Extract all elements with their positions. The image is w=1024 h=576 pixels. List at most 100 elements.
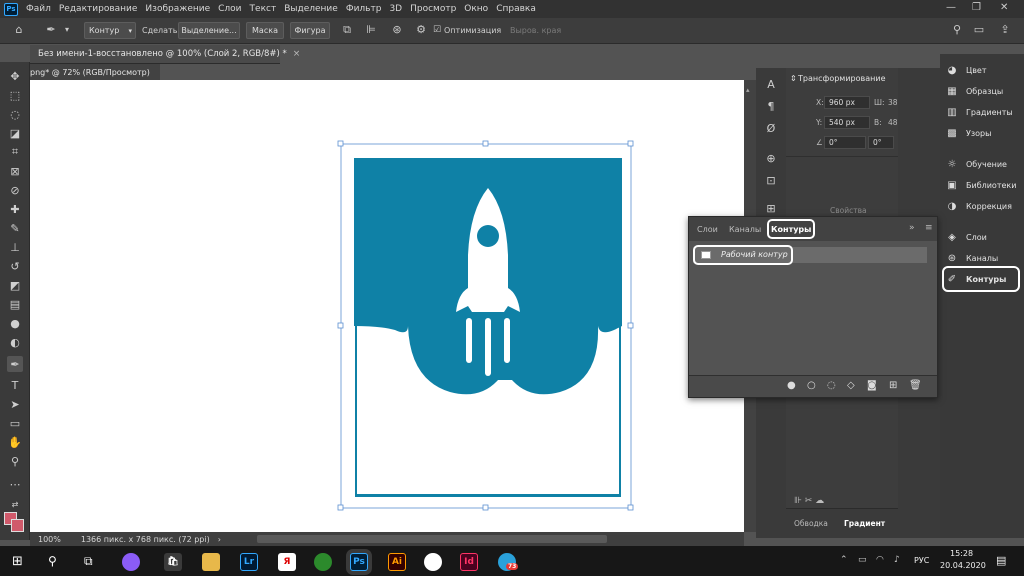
load-selection-icon[interactable]: ◌	[827, 380, 836, 391]
lasso-tool-icon[interactable]: ◌	[7, 106, 23, 122]
brush-tool-icon[interactable]: ✎	[7, 220, 23, 236]
gradient-tool-icon[interactable]: ▤	[7, 296, 23, 312]
marquee-tool-icon[interactable]: ⬚	[7, 87, 23, 103]
scroll-up-icon[interactable]: ▴	[746, 86, 752, 96]
path-arrangement-icon[interactable]: ⊛	[390, 23, 404, 37]
menu-edit[interactable]: Редактирование	[59, 4, 138, 14]
fill-path-icon[interactable]: ●	[787, 380, 796, 391]
panel-item-patterns[interactable]: ▩ Узоры	[946, 127, 991, 139]
new-path-icon[interactable]: ⊞	[889, 380, 897, 391]
close-icon[interactable]: ×	[293, 49, 301, 59]
blur-tool-icon[interactable]: ●	[7, 315, 23, 331]
brush-settings-icon[interactable]: ⊡	[764, 174, 778, 188]
pen-tool-icon[interactable]: ✒	[7, 356, 23, 372]
frame-tool-icon[interactable]: ⊠	[7, 163, 23, 179]
menu-layers[interactable]: Слои	[218, 4, 241, 14]
menu-image[interactable]: Изображение	[145, 4, 210, 14]
history-brush-tool-icon[interactable]: ↺	[7, 258, 23, 274]
h-value[interactable]: 48	[888, 118, 898, 127]
y-field[interactable]: 540 px	[824, 116, 870, 129]
workspace-icon[interactable]: ▭	[972, 23, 986, 37]
yandex-browser-icon[interactable]	[424, 553, 442, 571]
panel-item-layers[interactable]: ◈ Слои	[946, 231, 987, 243]
x-field[interactable]: 960 px	[824, 96, 870, 109]
menu-file[interactable]: Файл	[26, 4, 51, 14]
gear-icon[interactable]: ⚙	[414, 23, 428, 37]
quick-select-tool-icon[interactable]: ◪	[7, 125, 23, 141]
trash-icon[interactable]: 🗑	[909, 380, 922, 391]
zoom-level[interactable]: 100%	[38, 535, 61, 544]
move-tool-icon[interactable]: ✥	[7, 68, 23, 84]
chevron-right-icon[interactable]: ›	[218, 535, 221, 544]
photoshop-taskbar-icon[interactable]: Ps	[350, 553, 368, 571]
swap-colors-icon[interactable]: ⇄	[7, 496, 23, 512]
menu-icon[interactable]: ≡	[925, 223, 933, 233]
dodge-tool-icon[interactable]: ◐	[7, 334, 23, 350]
windows-start-icon[interactable]: ⊞	[12, 554, 23, 569]
illustrator-icon[interactable]: Ai	[388, 553, 406, 571]
panel-item-channels[interactable]: ⊛ Каналы	[946, 252, 998, 264]
hand-tool-icon[interactable]: ✋	[7, 434, 23, 450]
chevron-down-icon[interactable]: ⇕	[790, 74, 797, 83]
panel-item-color[interactable]: ◕ Цвет	[946, 64, 987, 76]
wifi-icon[interactable]: ◠	[876, 555, 884, 565]
path-alignment-icon[interactable]: ⊫	[364, 23, 378, 37]
checkbox-checked-icon[interactable]: ☑	[430, 23, 444, 37]
task-view-icon[interactable]: ⧉	[84, 554, 93, 569]
menu-view[interactable]: Просмотр	[410, 4, 456, 14]
indesign-icon[interactable]: Id	[460, 553, 478, 571]
panel-item-libraries[interactable]: ▣ Библиотеки	[946, 179, 1016, 191]
chevron-up-icon[interactable]: ⌃	[840, 555, 848, 565]
actions-icon[interactable]: ⊞	[764, 202, 778, 216]
horizontal-scrollbar[interactable]	[256, 535, 607, 543]
library-tools-icon[interactable]: ⊪ ✂ ☁	[794, 496, 824, 506]
eyedropper-tool-icon[interactable]: ⊘	[7, 182, 23, 198]
healing-tool-icon[interactable]: ✚	[7, 201, 23, 217]
character-icon[interactable]: A	[764, 78, 778, 92]
background-color-swatch[interactable]	[11, 519, 24, 532]
telegram-icon[interactable]: 73	[498, 553, 519, 571]
volume-icon[interactable]: ♪	[894, 555, 900, 565]
stroke-path-icon[interactable]: ○	[807, 380, 816, 391]
language-indicator[interactable]: РУС	[914, 556, 929, 565]
yandex-icon[interactable]: Я	[278, 553, 296, 571]
menu-filter[interactable]: Фильтр	[346, 4, 382, 14]
collapse-icon[interactable]: »	[909, 223, 915, 233]
w-value[interactable]: 38	[888, 98, 898, 107]
text-tool-icon[interactable]: T	[7, 377, 23, 393]
menu-text[interactable]: Текст	[250, 4, 277, 14]
lightroom-icon[interactable]: Lr	[240, 553, 258, 571]
panel-item-gradients[interactable]: ▥ Градиенты	[946, 106, 1012, 118]
add-mask-icon[interactable]: ◙	[867, 380, 877, 391]
selection-button[interactable]: Выделение...	[178, 22, 240, 39]
document-tab[interactable]: Без имени-1-восстановлено @ 100% (Слой 2…	[30, 45, 300, 64]
crop-tool-icon[interactable]: ⌗	[7, 144, 23, 160]
more-tools-icon[interactable]: ⋯	[7, 476, 23, 492]
stamp-tool-icon[interactable]: ⊥	[7, 239, 23, 255]
mode-select[interactable]: Контур ▾	[84, 22, 136, 39]
clock-date[interactable]: 20.04.2020	[940, 561, 986, 570]
menu-3d[interactable]: 3D	[389, 4, 402, 14]
restore-icon[interactable]: ❐	[972, 2, 981, 13]
network-icon[interactable]: ▭	[858, 555, 867, 565]
path-operations-icon[interactable]: ⧉	[340, 23, 354, 37]
shape-button[interactable]: Фигура	[290, 22, 330, 39]
folder-icon[interactable]	[202, 553, 220, 571]
menu-select[interactable]: Выделение	[284, 4, 338, 14]
home-icon[interactable]: ⌂	[12, 23, 26, 37]
xbox-icon[interactable]	[314, 553, 332, 571]
share-icon[interactable]: ⇪	[998, 23, 1012, 37]
panel-item-adjustments[interactable]: ◑ Коррекция	[946, 200, 1012, 212]
angle-field-2[interactable]: 0°	[868, 136, 894, 149]
clone-source-icon[interactable]: ⊕	[764, 152, 778, 166]
document-canvas[interactable]	[30, 80, 744, 532]
pen-tool-icon[interactable]: ✒	[44, 23, 58, 37]
search-icon[interactable]: ⚲	[950, 23, 964, 37]
tab-gradient[interactable]: Градиент	[844, 519, 885, 528]
document-tab-2[interactable]: png* @ 72% (RGB/Просмотр)	[30, 64, 160, 80]
notifications-icon[interactable]: ▤	[996, 554, 1006, 567]
eraser-tool-icon[interactable]: ◩	[7, 277, 23, 293]
zoom-tool-icon[interactable]: ⚲	[7, 453, 23, 469]
close-icon[interactable]: ✕	[1000, 2, 1008, 13]
menu-help[interactable]: Справка	[496, 4, 536, 14]
